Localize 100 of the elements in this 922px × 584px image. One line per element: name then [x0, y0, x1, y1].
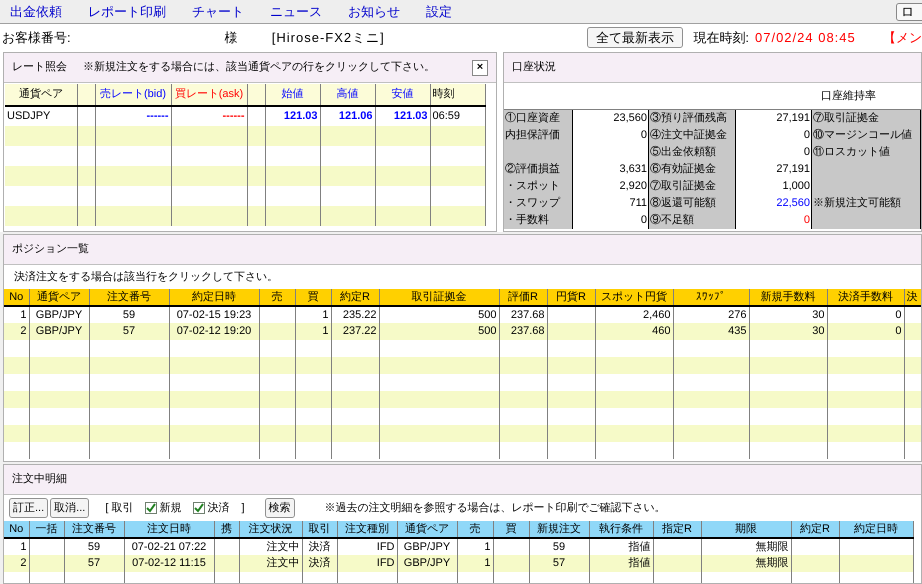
account-label: 内担保評価 [504, 127, 573, 144]
menu-item[interactable]: 設定 [426, 5, 452, 18]
check-icon [146, 503, 156, 513]
column-header: 売レート(bid) [100, 88, 166, 100]
panel-note: 決済注文をする場合は該当行をクリックして下さい。 [14, 272, 278, 282]
table-cell: 1 [20, 540, 26, 552]
account-label: ⑤出金依頼額 [649, 144, 736, 161]
clock-label: 現在時刻: [693, 30, 749, 44]
table-cell: 121.03 [284, 110, 318, 122]
column-header: 注文番号 [72, 522, 116, 534]
table-cell: 1 [484, 557, 490, 569]
maintenance-rate-label: 口座維持率 [821, 90, 876, 102]
column-header: 円貨R [556, 290, 586, 302]
menu-item[interactable]: 出金依頼 [10, 5, 62, 18]
account-label: ③預り評価残高 [649, 110, 736, 127]
product-name: [Hirose-FX2ミニ] [272, 30, 386, 44]
column-header: 注文日時 [147, 522, 191, 534]
close-button[interactable]: × [472, 60, 488, 76]
table-cell: 30 [812, 325, 824, 337]
table-cell: 276 [728, 308, 746, 320]
table-cell: 無期限 [756, 540, 788, 552]
table-cell: 指値 [628, 540, 650, 552]
clock-value: 07/02/24 08:45 [755, 30, 857, 44]
panel-title: ポジション一覧 [12, 244, 89, 255]
panel-title: 注文中明細 [12, 474, 67, 485]
column-header: 通貨ペア [18, 88, 63, 100]
column-header: 携 [221, 522, 232, 534]
menu-item[interactable]: ニュース [270, 5, 322, 18]
table-cell: 注文中 [266, 540, 300, 552]
table-cell: 121.03 [394, 110, 428, 122]
column-header: 安値 [392, 88, 414, 100]
column-header: 新規注文 [537, 522, 581, 534]
menu-item[interactable]: お知らせ [348, 5, 400, 18]
panel-note: ※過去の注文明細を参照する場合は、レポート印刷でご確認下さい。 [324, 502, 666, 514]
column-header: No [9, 522, 24, 534]
table-cell: 注文中 [266, 557, 300, 569]
account-label: ※新規注文可能額 [812, 195, 921, 212]
table-cell: 460 [652, 325, 670, 337]
column-header: 約定日時 [854, 522, 898, 534]
column-header: 取引証拠金 [412, 290, 466, 302]
table-cell: 0 [895, 308, 902, 320]
filter-bracket: ] [241, 502, 245, 514]
table-cell: 59 [122, 308, 136, 320]
toolbar-button[interactable]: 取消... [50, 498, 90, 518]
table-row[interactable]: 2 GBP/JPY 57 07-02-12 19:20 1 237.22 500 237.68 460 435 30 0 [4, 323, 921, 340]
column-header: 新規手数料 [760, 290, 816, 302]
table-cell: 121.06 [338, 110, 372, 122]
menu-item[interactable]: レポート印刷 [88, 5, 166, 18]
toolbar-button[interactable]: 訂正... [9, 498, 48, 518]
column-header: 売 [470, 522, 480, 534]
account-label: ⑨不足額 [649, 212, 736, 229]
table-cell: 06:59 [432, 110, 460, 122]
column-header: 買 [506, 522, 516, 534]
checkbox-label: 新規 [159, 502, 182, 514]
panel-title: 口座状況 [512, 62, 556, 73]
column-header: 高値 [336, 88, 358, 100]
table-cell: GBP/JPY [36, 325, 82, 337]
column-header: 指定R [662, 522, 692, 534]
column-header: 一括 [36, 522, 58, 534]
account-label: ⑦取引証拠金 [649, 178, 736, 195]
account-label: ⑩マージンコール値 [812, 127, 921, 144]
column-header: 時刻 [432, 88, 454, 100]
checkbox[interactable] [193, 502, 206, 514]
notice-text: 【メン [883, 30, 922, 44]
table-cell: 500 [478, 308, 496, 320]
table-cell: 1 [322, 308, 328, 320]
table-cell: 59 [552, 540, 566, 552]
table-cell: 決済 [308, 540, 330, 552]
panel-note: ※新規注文をする場合には、該当通貨ペアの行をクリックして下さい。 [83, 62, 436, 73]
table-cell: GBP/JPY [36, 308, 82, 320]
table-cell: 237.68 [510, 325, 544, 337]
column-header: 期限 [735, 522, 757, 534]
column-header: 始値 [282, 88, 304, 100]
column-header: 売 [272, 290, 282, 302]
column-header: 注文番号 [107, 290, 151, 302]
table-cell: 237.22 [342, 325, 376, 337]
panel-title: レート照会 [12, 62, 67, 73]
table-cell: 2 [20, 557, 26, 569]
column-header: 決 [906, 290, 918, 302]
table-cell: ------ [146, 110, 168, 122]
column-header: 買 [308, 290, 318, 302]
account-label: ⑧返還可能額 [649, 195, 736, 212]
column-header: 執行条件 [599, 522, 643, 534]
table-cell: 無期限 [756, 557, 788, 569]
table-row[interactable]: 1 GBP/JPY 59 07-02-15 19:23 1 235.22 500 237.68 2,460 276 30 0 [4, 306, 921, 323]
table-cell: GBP/JPY [404, 540, 450, 552]
corner-button[interactable]: ロ [896, 2, 922, 20]
checkbox[interactable] [145, 502, 158, 514]
table-row[interactable]: USDJPY ------ ------ 121.03 121.06 121.03 06:59 [5, 106, 485, 126]
column-header: 注文種別 [345, 522, 389, 534]
menu-item[interactable]: チャート [192, 5, 244, 18]
table-row[interactable]: 2 57 07-02-12 11:15 注文中 決済 IFD GBP/JPY 1 57 指値 無期限 [4, 555, 913, 572]
table-cell: 235.22 [342, 308, 376, 320]
refresh-all-button[interactable]: 全て最新表示 [586, 26, 684, 48]
table-cell: 2,460 [642, 308, 670, 320]
customer-number-label: お客様番号: [1, 30, 72, 44]
search-button[interactable]: 検索 [264, 498, 295, 518]
table-cell: 59 [88, 540, 100, 552]
check-icon [194, 503, 204, 513]
table-row[interactable]: 1 59 07-02-21 07:22 注文中 決済 IFD GBP/JPY 1 59 指値 無期限 [4, 538, 913, 555]
